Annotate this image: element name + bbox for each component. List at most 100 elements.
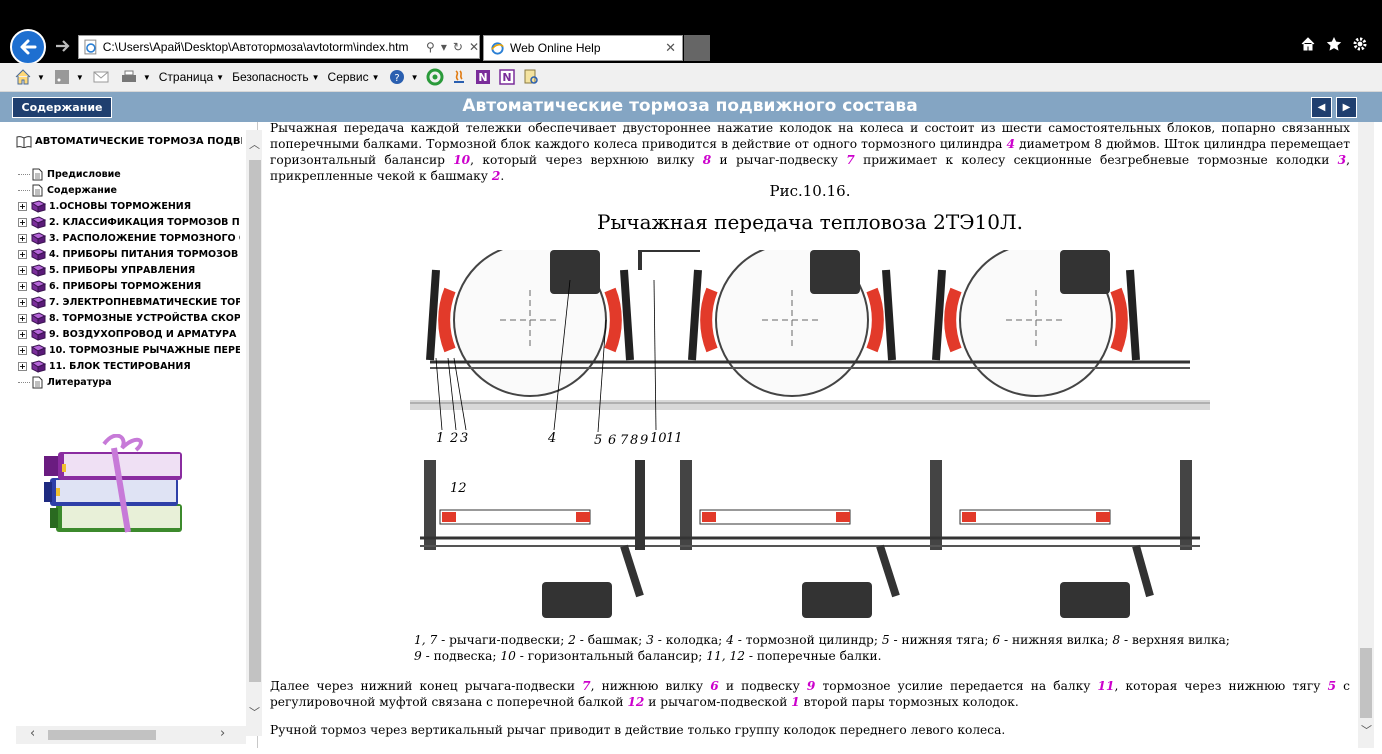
close-icon[interactable]: ✕ bbox=[469, 40, 479, 54]
printer-icon bbox=[121, 70, 136, 82]
tools-menu[interactable]: Сервис ▼ bbox=[328, 70, 380, 84]
tab-web-online-help[interactable]: Web Online Help ✕ bbox=[483, 35, 683, 61]
onenote-linked-icon[interactable]: N bbox=[498, 68, 516, 86]
toc-item[interactable]: +1.ОСНОВЫ ТОРМОЖЕНИЯ bbox=[18, 198, 240, 214]
figure-legend: 1, 7 - рычаги-подвески; 2 - башмак; 3 - … bbox=[414, 632, 1314, 664]
chevron-left-icon[interactable]: ‹ bbox=[30, 726, 35, 741]
expand-icon[interactable]: + bbox=[18, 201, 27, 211]
toc-item[interactable]: +11. БЛОК ТЕСТИРОВАНИЯ bbox=[18, 358, 240, 374]
toc-item-label: 2. КЛАССИФИКАЦИЯ ТОРМОЗОВ ПС bbox=[49, 216, 240, 228]
figure-label: 10 bbox=[650, 431, 667, 446]
page-icon bbox=[32, 376, 43, 388]
expand-icon[interactable]: + bbox=[18, 233, 27, 243]
new-tab-button[interactable] bbox=[684, 35, 710, 61]
search-icon[interactable]: ⚲ bbox=[426, 40, 435, 54]
legend-line: 9 - подвеска; 10 - горизонтальный баланс… bbox=[414, 649, 882, 663]
toc-root[interactable]: АВТОМАТИЧЕСКИЕ ТОРМОЗА ПОДВИЖ bbox=[16, 135, 242, 148]
feeds-menu[interactable]: ▼ bbox=[53, 68, 84, 86]
toc-item[interactable]: +4. ПРИБОРЫ ПИТАНИЯ ТОРМОЗОВ С bbox=[18, 246, 240, 262]
tree-connector bbox=[18, 381, 30, 383]
toc-item[interactable]: +9. ВОЗДУХОПРОВОД И АРМАТУРА bbox=[18, 326, 240, 342]
research-icon[interactable] bbox=[522, 68, 540, 86]
page-title: Автоматические тормоза подвижного состав… bbox=[462, 96, 918, 116]
toc-item[interactable]: +7. ЭЛЕКТРОПНЕВМАТИЧЕСКИЕ ТОРМ bbox=[18, 294, 240, 310]
figure-title: Рычажная передача тепловоза 2ТЭ10Л. bbox=[596, 210, 1024, 234]
back-button[interactable] bbox=[10, 29, 46, 65]
content-vertical-scrollbar[interactable]: ﹀ bbox=[1358, 122, 1374, 748]
toc-item-label: 7. ЭЛЕКТРОПНЕВМАТИЧЕСКИЕ ТОРМ bbox=[49, 296, 240, 308]
figure-label: 11 bbox=[666, 431, 683, 446]
url-field[interactable]: C:\Users\Арай\Desktop\Автотормоза\avtoto… bbox=[78, 35, 480, 59]
book-icon bbox=[30, 247, 46, 261]
expand-icon[interactable]: + bbox=[18, 297, 27, 307]
home-icon[interactable] bbox=[1300, 36, 1316, 52]
home-icon bbox=[15, 69, 31, 85]
figure-label: 8 bbox=[630, 433, 638, 448]
toc-horizontal-scrollbar[interactable]: ‹ › bbox=[16, 726, 246, 744]
toc-item[interactable]: Содержание bbox=[18, 182, 240, 198]
toc-item-label: 6. ПРИБОРЫ ТОРМОЖЕНИЯ bbox=[49, 280, 202, 292]
toc-item[interactable]: +10. ТОРМОЗНЫЕ РЫЧАЖНЫЕ ПЕРЕД bbox=[18, 342, 240, 358]
figure-label: 1 bbox=[436, 431, 444, 446]
expand-icon[interactable]: + bbox=[18, 265, 27, 275]
chevron-down-icon[interactable]: ﹀ bbox=[249, 704, 260, 720]
refresh-icon[interactable]: ↻ bbox=[453, 40, 463, 54]
arrow-left-icon bbox=[20, 39, 37, 55]
book-icon bbox=[30, 295, 46, 309]
mail-button[interactable] bbox=[92, 68, 112, 86]
java-icon[interactable] bbox=[450, 68, 468, 86]
book-icon bbox=[30, 215, 46, 229]
paragraph-intro: Рычажная передача каждой тележки обеспеч… bbox=[270, 122, 1350, 183]
expand-icon[interactable]: + bbox=[18, 281, 27, 291]
forward-button[interactable] bbox=[53, 38, 73, 54]
next-page-button[interactable]: ▶ bbox=[1336, 97, 1357, 118]
book-icon bbox=[30, 311, 46, 325]
toc-pane: АВТОМАТИЧЕСКИЕ ТОРМОЗА ПОДВИЖ Предислови… bbox=[8, 122, 264, 748]
toc-item[interactable]: Предисловие bbox=[18, 166, 240, 182]
page-menu[interactable]: Страница ▼ bbox=[159, 70, 224, 84]
svg-text:?: ? bbox=[394, 73, 399, 84]
page-icon bbox=[32, 168, 43, 180]
contents-button[interactable]: Содержание bbox=[12, 97, 112, 118]
expand-icon[interactable]: + bbox=[18, 217, 27, 227]
rss-icon bbox=[54, 70, 69, 84]
green-circle-icon[interactable] bbox=[426, 68, 444, 86]
toc-item[interactable]: +8. ТОРМОЗНЫЕ УСТРОЙСТВА СКОРО bbox=[18, 310, 240, 326]
gear-icon[interactable] bbox=[1352, 36, 1368, 52]
figure-label: 12 bbox=[450, 481, 467, 496]
home-menu[interactable]: ▼ bbox=[14, 68, 45, 86]
toc-item[interactable]: +5. ПРИБОРЫ УПРАВЛЕНИЯ bbox=[18, 262, 240, 278]
book-icon bbox=[30, 231, 46, 245]
previous-page-button[interactable]: ◀ bbox=[1311, 97, 1332, 118]
expand-icon[interactable]: + bbox=[18, 345, 27, 355]
toc-item-label: Содержание bbox=[47, 184, 117, 196]
plan-view-drawing bbox=[420, 460, 1200, 618]
expand-icon[interactable]: + bbox=[18, 313, 27, 323]
toc-item-label: 3. РАСПОЛОЖЕНИЕ ТОРМОЗНОГО О bbox=[49, 232, 240, 244]
tab-close-icon[interactable]: ✕ bbox=[665, 40, 676, 56]
open-book-icon bbox=[16, 136, 32, 148]
toc-item[interactable]: +2. КЛАССИФИКАЦИЯ ТОРМОЗОВ ПС bbox=[18, 214, 240, 230]
toc-item[interactable]: +3. РАСПОЛОЖЕНИЕ ТОРМОЗНОГО О bbox=[18, 230, 240, 246]
dropdown-icon[interactable]: ▾ bbox=[441, 40, 447, 54]
toc-item[interactable]: +6. ПРИБОРЫ ТОРМОЖЕНИЯ bbox=[18, 278, 240, 294]
expand-icon[interactable]: + bbox=[18, 361, 27, 371]
toc-item[interactable]: Литература bbox=[18, 374, 240, 390]
toc-item-label: Предисловие bbox=[47, 168, 121, 180]
expand-icon[interactable]: + bbox=[18, 329, 27, 339]
chevron-right-icon[interactable]: › bbox=[220, 726, 225, 741]
help-menu[interactable]: ? ▼ bbox=[388, 68, 418, 86]
book-icon bbox=[30, 263, 46, 277]
scrollbar-thumb[interactable] bbox=[1360, 648, 1372, 718]
book-icon bbox=[30, 199, 46, 213]
chevron-up-icon[interactable]: ︿ bbox=[249, 136, 260, 152]
figure-label: 9 bbox=[640, 433, 648, 448]
print-menu[interactable]: ▼ bbox=[120, 68, 151, 86]
star-icon[interactable] bbox=[1326, 36, 1342, 52]
chevron-down-icon[interactable]: ﹀ bbox=[1361, 722, 1372, 738]
security-menu[interactable]: Безопасность ▼ bbox=[232, 70, 319, 84]
scrollbar-thumb[interactable] bbox=[249, 160, 261, 682]
expand-icon[interactable]: + bbox=[18, 249, 27, 259]
onenote-icon[interactable]: N bbox=[474, 68, 492, 86]
scrollbar-thumb[interactable] bbox=[48, 730, 156, 740]
